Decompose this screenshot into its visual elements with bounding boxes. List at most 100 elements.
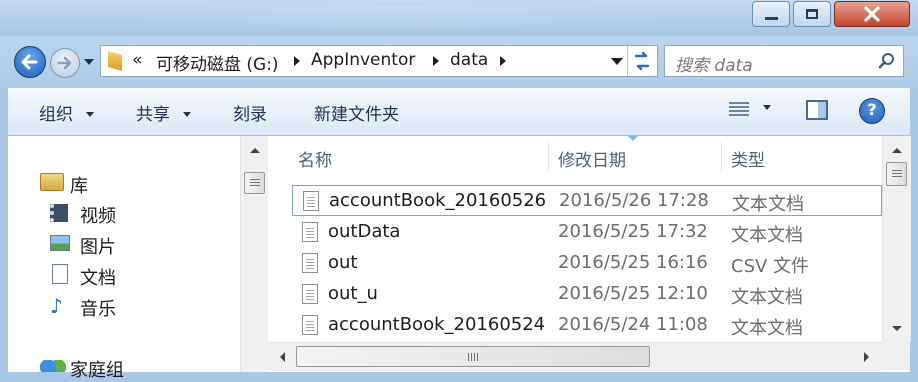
- help-icon: ?: [867, 100, 877, 119]
- preview-pane-icon: [806, 100, 828, 120]
- navigation-pane-scrollbar[interactable]: [240, 136, 269, 372]
- file-type: 文本文档: [731, 318, 803, 339]
- file-row[interactable]: out 2016/5/25 16:16 CSV 文件: [292, 248, 882, 279]
- text-file-icon: [302, 284, 318, 304]
- file-type: CSV 文件: [731, 256, 810, 277]
- nav-item-music[interactable]: 音乐: [80, 295, 116, 321]
- breadcrumb-data[interactable]: data: [450, 50, 488, 70]
- forward-button[interactable]: [50, 48, 80, 78]
- chevron-down-icon: [763, 105, 771, 110]
- column-header-modified[interactable]: 修改日期: [558, 146, 626, 171]
- file-list-horizontal-scroll-thumb[interactable]: [296, 346, 650, 367]
- file-name: out_u: [328, 283, 378, 304]
- nav-item-pictures[interactable]: 图片: [80, 233, 116, 259]
- music-icon: ♪: [50, 294, 63, 318]
- text-file-icon: [302, 253, 318, 273]
- view-options-dropdown[interactable]: [762, 104, 774, 114]
- burn-label: 刻录: [233, 105, 267, 125]
- breadcrumb-drive[interactable]: 可移动磁盘 (G:): [156, 50, 279, 75]
- scroll-up-arrow-icon[interactable]: [250, 148, 260, 153]
- file-modified: 2016/5/25 16:16: [558, 252, 708, 273]
- file-modified: 2016/5/24 11:08: [558, 314, 708, 335]
- file-row[interactable]: out_u 2016/5/25 12:10 文本文档: [292, 279, 882, 310]
- column-header-type[interactable]: 类型: [731, 146, 765, 171]
- picture-icon: [50, 235, 70, 251]
- help-button[interactable]: ?: [859, 98, 885, 124]
- breadcrumb-separator-icon[interactable]: [433, 56, 439, 66]
- file-modified: 2016/5/26 17:28: [559, 190, 709, 211]
- maximize-button[interactable]: [793, 1, 831, 27]
- recent-pages-dropdown[interactable]: [83, 55, 95, 69]
- nav-item-homegroup[interactable]: 家庭组: [70, 356, 124, 382]
- breadcrumb-appinventor[interactable]: AppInventor: [311, 50, 415, 70]
- preview-pane-button[interactable]: [804, 99, 830, 123]
- file-name: accountBook_20160526: [329, 190, 547, 211]
- new-folder-button[interactable]: 新建文件夹: [314, 100, 399, 125]
- chevron-down-icon: [86, 112, 95, 117]
- scroll-right-arrow-icon[interactable]: [864, 352, 869, 362]
- scrollbar-corner: [882, 342, 910, 370]
- file-row[interactable]: outData 2016/5/25 17:32 文本文档: [292, 217, 882, 248]
- nav-item-documents[interactable]: 文档: [80, 264, 116, 290]
- folder-icon: [108, 51, 122, 71]
- share-label: 共享: [136, 105, 170, 125]
- background-window-ghost: [120, 6, 680, 28]
- close-button[interactable]: [834, 1, 910, 27]
- file-list-horizontal-scrollbar[interactable]: [268, 342, 882, 371]
- file-modified: 2016/5/25 17:32: [558, 221, 708, 242]
- burn-button[interactable]: 刻录: [233, 100, 267, 125]
- forward-arrow-icon: [57, 56, 72, 70]
- back-button[interactable]: [14, 46, 46, 78]
- minimize-button[interactable]: [752, 1, 790, 27]
- text-file-icon: [302, 315, 318, 335]
- chevron-down-icon: [84, 59, 94, 65]
- nav-item-library[interactable]: 库: [70, 172, 88, 198]
- breadcrumb-separator-icon[interactable]: [294, 56, 300, 66]
- file-type: 文本文档: [731, 225, 803, 246]
- title-bar: [0, 0, 918, 36]
- column-divider[interactable]: [548, 142, 549, 172]
- address-history-dropdown[interactable]: [605, 46, 627, 76]
- search-input[interactable]: 搜索 data: [675, 51, 753, 76]
- scroll-down-arrow-icon[interactable]: [892, 326, 902, 331]
- maximize-icon: [806, 9, 818, 19]
- search-icon[interactable]: [877, 52, 897, 72]
- chevron-down-icon: [611, 58, 623, 65]
- file-name: accountBook_20160524: [328, 314, 546, 335]
- close-icon: [864, 6, 880, 22]
- refresh-icon: [634, 51, 650, 71]
- address-overflow-marker[interactable]: «: [132, 50, 142, 70]
- minimize-icon: [765, 17, 778, 20]
- file-row[interactable]: accountBook_20160526 2016/5/26 17:28 文本文…: [292, 185, 882, 216]
- change-view-button[interactable]: [727, 100, 751, 120]
- file-modified: 2016/5/25 12:10: [558, 283, 708, 304]
- view-options-icon: [729, 102, 749, 118]
- file-type: 文本文档: [731, 287, 803, 308]
- organize-menu[interactable]: 组织: [39, 100, 95, 125]
- column-divider[interactable]: [721, 142, 722, 172]
- chevron-down-icon: [183, 112, 192, 117]
- breadcrumb-separator-icon[interactable]: [500, 56, 506, 66]
- nav-item-videos[interactable]: 视频: [80, 202, 116, 228]
- file-name: out: [328, 252, 358, 273]
- library-icon: [40, 173, 64, 191]
- navigation-pane: 库 视频 图片 文档 ♪ 音乐 家庭组: [8, 136, 269, 381]
- file-list-vertical-scroll-thumb[interactable]: [886, 162, 907, 186]
- grip-icon: [468, 352, 478, 361]
- grip-icon: [891, 170, 902, 178]
- file-row[interactable]: accountBook_20160524 2016/5/24 11:08 文本文…: [292, 310, 882, 341]
- refresh-button[interactable]: [627, 46, 657, 76]
- file-name: outData: [328, 221, 401, 242]
- share-menu[interactable]: 共享: [136, 100, 192, 125]
- text-file-icon: [303, 191, 319, 211]
- new-folder-label: 新建文件夹: [314, 105, 399, 125]
- scroll-left-arrow-icon[interactable]: [280, 352, 285, 362]
- navigation-pane-scroll-thumb[interactable]: [244, 172, 265, 194]
- column-header-name[interactable]: 名称: [298, 146, 332, 171]
- organize-label: 组织: [39, 105, 73, 125]
- search-box[interactable]: 搜索 data: [664, 45, 904, 77]
- file-list-vertical-scrollbar[interactable]: [882, 136, 911, 342]
- scroll-up-arrow-icon[interactable]: [892, 148, 902, 153]
- address-bar[interactable]: « 可移动磁盘 (G:) AppInventor data: [100, 45, 658, 77]
- file-type: 文本文档: [732, 194, 804, 215]
